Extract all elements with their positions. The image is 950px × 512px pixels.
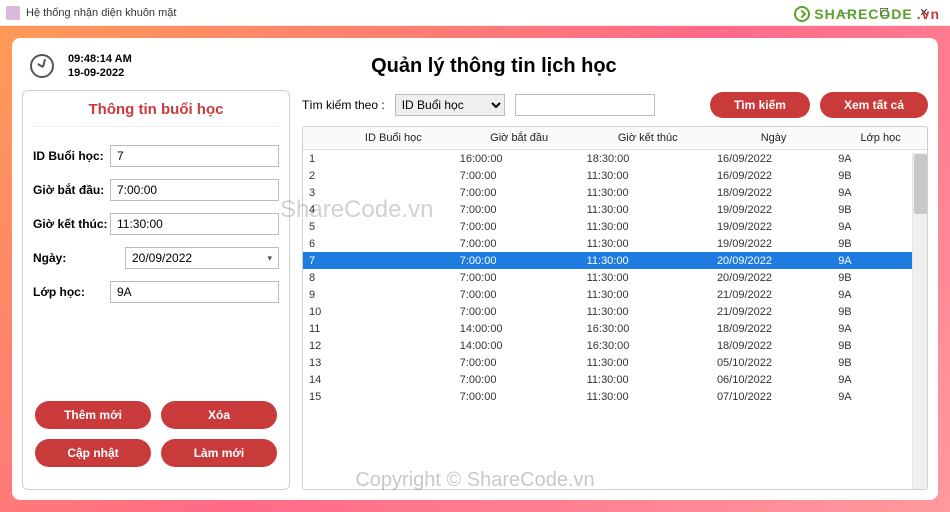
date-picker[interactable]: 20/09/2022 ▾ [125,247,279,269]
app-panel: 09:48:14 AM 19-09-2022 Quản lý thông tin… [12,38,938,500]
form-title: Thông tin buổi học [33,97,279,127]
table-row[interactable]: 1114:00:0016:30:0018/09/20229A [303,320,927,337]
clock-icon [30,54,54,78]
column-header[interactable]: Giờ bắt đầu [456,127,583,150]
table-row[interactable]: 97:00:0011:30:0021/09/20229A [303,286,927,303]
search-label: Tìm kiếm theo : [302,98,385,112]
sharecode-logo: SHARECODE.vn [794,6,940,22]
table-row[interactable]: 157:00:0011:30:0007/10/20229A [303,388,927,405]
view-all-button[interactable]: Xem tất cả [820,92,928,118]
update-button[interactable]: Cập nhật [35,439,151,467]
table-row[interactable]: 77:00:0011:30:0020/09/20229A [303,252,927,269]
table-row[interactable]: 67:00:0011:30:0019/09/20229B [303,235,927,252]
column-header[interactable]: ID Buổi học [331,127,456,150]
column-header[interactable]: Lớp học [834,127,927,150]
start-input[interactable] [110,179,279,201]
refresh-button[interactable]: Làm mới [161,439,277,467]
search-button[interactable]: Tìm kiếm [710,92,810,118]
search-by-select[interactable]: ID Buổi học [395,94,505,116]
class-input[interactable] [110,281,279,303]
session-form: Thông tin buổi học ID Buổi học: Giờ bắt … [22,90,290,490]
id-input[interactable] [110,145,279,167]
table-row[interactable]: 147:00:0011:30:0006/10/20229A [303,371,927,388]
end-input[interactable] [110,213,279,235]
page-title: Quản lý thông tin lịch học [60,55,928,78]
scroll-thumb[interactable] [914,154,927,214]
class-label: Lớp học: [33,285,110,299]
date-label: Ngày: [33,251,125,265]
table-row[interactable]: 37:00:0011:30:0018/09/20229A [303,184,927,201]
chevron-down-icon: ▾ [267,253,272,264]
start-label: Giờ bắt đầu: [33,183,110,197]
search-input[interactable] [515,94,655,116]
column-header[interactable]: Giờ kết thúc [583,127,713,150]
add-button[interactable]: Thêm mới [35,401,151,429]
delete-button[interactable]: Xóa [161,401,277,429]
table-row[interactable]: 107:00:0011:30:0021/09/20229B [303,303,927,320]
app-icon [6,6,20,20]
recycle-icon [794,6,810,22]
table-row[interactable]: 1214:00:0016:30:0018/09/20229B [303,337,927,354]
id-label: ID Buổi học: [33,149,110,163]
table-row[interactable]: 87:00:0011:30:0020/09/20229B [303,269,927,286]
window-title: Hệ thống nhận diện khuôn mặt [26,7,176,19]
table-row[interactable]: 137:00:0011:30:0005/10/20229B [303,354,927,371]
sessions-table: ID Buổi họcGiờ bắt đầuGiờ kết thúcNgàyLớ… [302,126,928,490]
vertical-scrollbar[interactable] [912,153,927,489]
table-row[interactable]: 47:00:0011:30:0019/09/20229B [303,201,927,218]
table-row[interactable]: 116:00:0018:30:0016/09/20229A [303,150,927,168]
end-label: Giờ kết thúc: [33,217,110,231]
table-row[interactable]: 57:00:0011:30:0019/09/20229A [303,218,927,235]
column-header[interactable]: Ngày [713,127,834,150]
table-row[interactable]: 27:00:0011:30:0016/09/20229B [303,167,927,184]
